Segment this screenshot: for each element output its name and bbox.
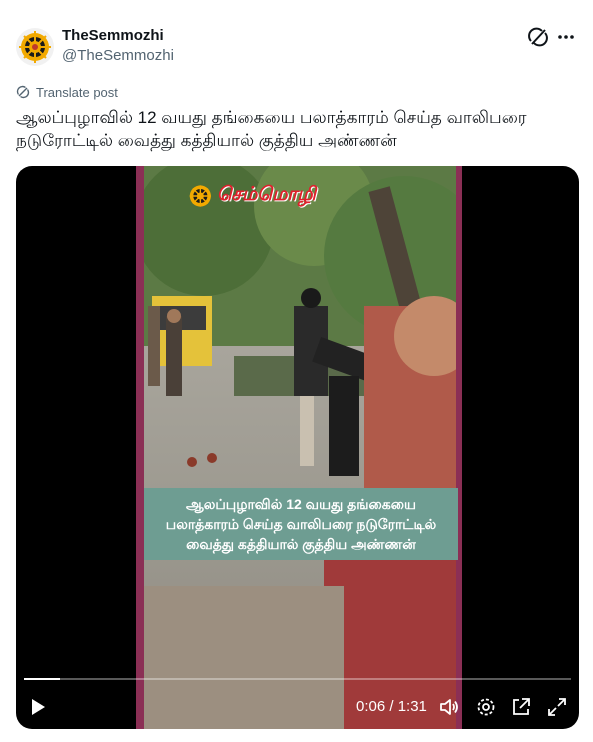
avatar[interactable] [16,28,54,66]
progress-fill [24,678,61,680]
popout-button[interactable] [510,696,532,718]
translate-post-link[interactable]: Translate post [16,84,118,100]
translate-label: Translate post [36,84,118,100]
author-info: TheSemmozhi @TheSemmozhi [62,26,174,66]
caption-line: ஆலப்புழாவில் 12 வயது தங்கையை [186,496,416,512]
watermark-text: செம்மொழி [216,184,316,205]
more-options-button[interactable] [555,26,577,48]
settings-button[interactable] [475,696,497,718]
video-controls: 0:06 / 1:31 [16,666,579,729]
grok-icon [528,27,548,47]
popout-icon [513,698,530,715]
translate-icon [16,85,30,99]
video-scene [144,166,456,729]
fullscreen-button[interactable] [546,696,568,718]
more-options-icon [558,35,574,39]
caption-line: வைத்து கத்தியால் குத்திய அண்ணன் [186,536,416,552]
video-caption: ஆலப்புழாவில் 12 வயது தங்கையை பலாத்காரம் … [144,488,458,560]
fullscreen-icon [548,698,566,716]
settings-icon [477,698,495,716]
caption-line: பலாத்காரம் செய்த வாலிபரை நடுரோட்டில் [165,516,437,532]
post-header: TheSemmozhi @TheSemmozhi [16,20,577,72]
logo-emblem-icon [19,31,51,63]
volume-icon [440,699,458,715]
play-button[interactable] [28,696,48,718]
post-text: ஆலப்புழாவில் 12 வயது தங்கையை பலாத்காரம் … [16,108,527,150]
channel-watermark: செம்மொழி [188,180,316,212]
watermark-emblem-icon [189,185,211,207]
progress-bar[interactable] [24,678,571,680]
video-frame [144,166,456,729]
play-icon [32,699,45,715]
volume-button[interactable] [438,696,460,718]
grok-button[interactable] [527,26,549,48]
video-player[interactable]: செம்மொழி ஆலப்புழாவில் 12 வயது தங்கையை பல… [16,166,579,729]
author-handle[interactable]: @TheSemmozhi [62,46,174,66]
author-name[interactable]: TheSemmozhi [62,26,174,46]
time-display: 0:06 / 1:31 [356,698,427,715]
